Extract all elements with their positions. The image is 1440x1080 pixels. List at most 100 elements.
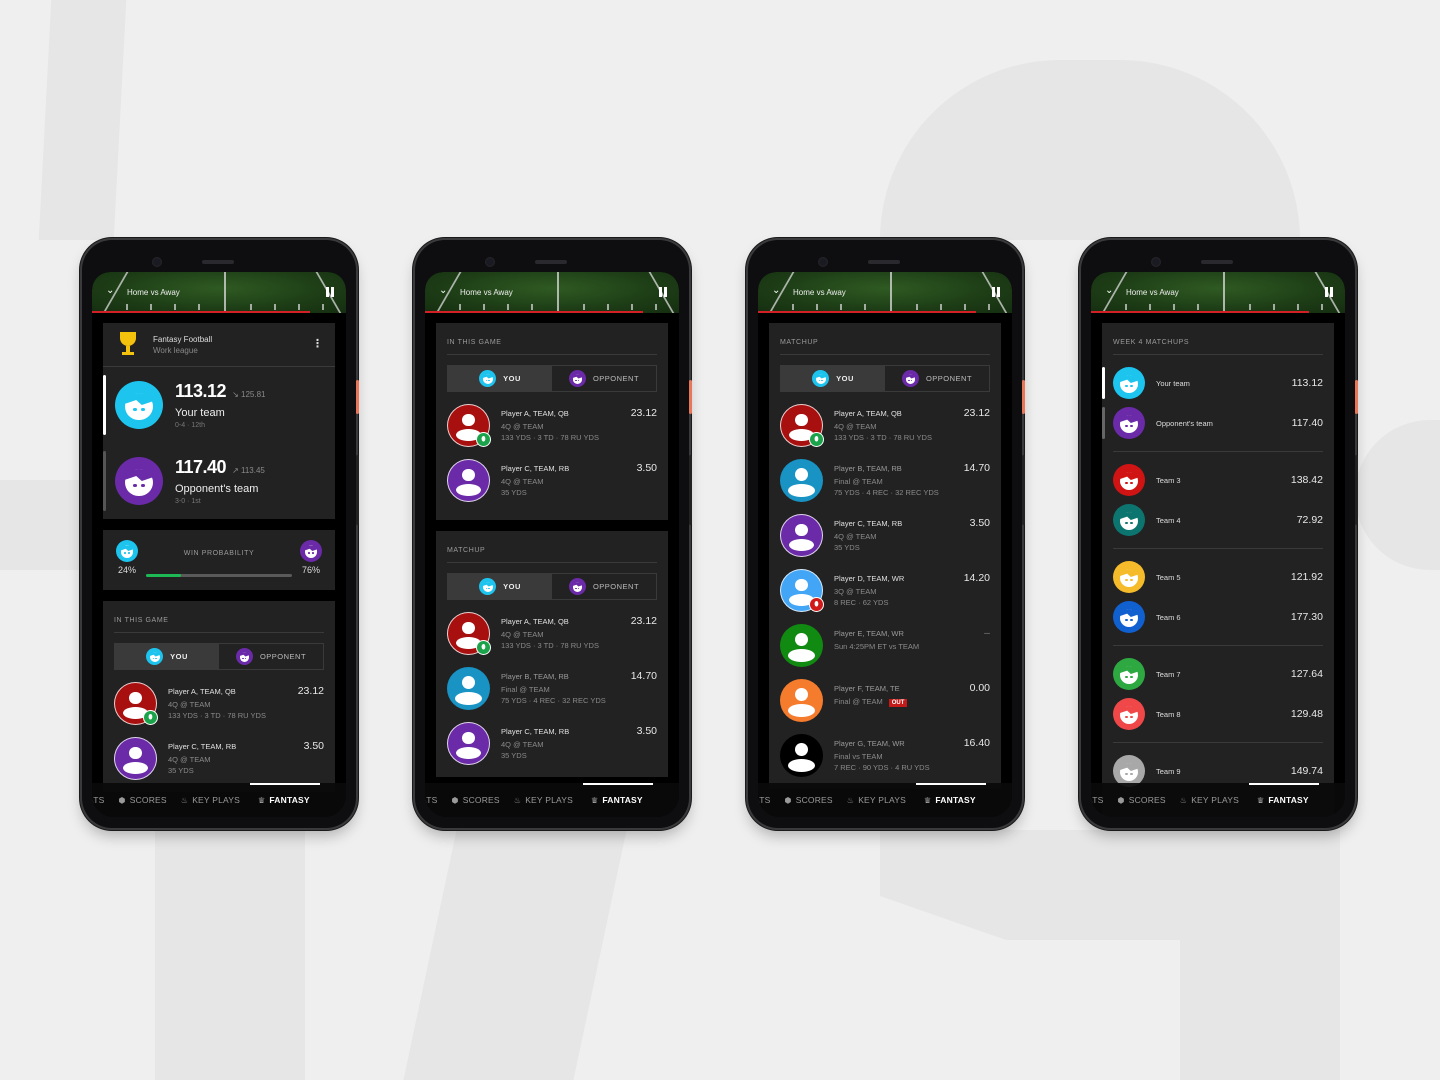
player-points: 14.70 (630, 670, 657, 682)
pause-icon[interactable] (659, 287, 667, 297)
phone-in-this-game: ⌄ Home vs Away IN THIS GAME YOU OPPONENT… (415, 240, 692, 828)
video-player[interactable]: ⌄ Home vs Away (1091, 272, 1345, 313)
matchup-group[interactable]: Team 5 121.92 Team 6 177.30 (1113, 549, 1323, 646)
camera (152, 257, 162, 267)
flame-icon: ♨ (513, 795, 522, 805)
player-name: Player D, TEAM, WR (834, 574, 905, 583)
player-points: 14.70 (963, 462, 990, 474)
matchup-team-row[interactable]: Team 4 72.92 (1113, 500, 1323, 540)
nav-ats[interactable]: ATS (758, 783, 771, 817)
toggle-you[interactable]: YOU (448, 366, 552, 391)
player-row[interactable]: Player E, TEAM, WR Sun 4:25PM ET vs TEAM – (769, 624, 1001, 679)
background-brush-stroke (880, 60, 1300, 240)
player-stats: 75 YDS · 4 REC · 32 REC YDS (834, 488, 939, 497)
section-header: IN THIS GAME (114, 601, 324, 633)
matchup-team-row[interactable]: Opponent's team 117.40 (1102, 403, 1323, 443)
video-player[interactable]: ⌄ Home vs Away (92, 272, 346, 313)
matchup-team-row[interactable]: Team 5 121.92 (1113, 557, 1323, 597)
player-points: 3.50 (969, 517, 990, 529)
player-row[interactable]: ⬮ Player A, TEAM, QB 4Q @ TEAM 133 YDS · 3 … (436, 612, 668, 667)
team-score: 127.64 (1290, 668, 1323, 680)
toggle-you[interactable]: YOU (781, 366, 885, 391)
nav-scores[interactable]: ⬢ SCORES (119, 783, 167, 817)
matchup-team-row[interactable]: Team 8 129.48 (1113, 694, 1323, 734)
toggle-opponent[interactable]: OPPONENT (885, 366, 989, 391)
toggle-opponent[interactable]: OPPONENT (219, 644, 323, 669)
nav-ats[interactable]: ATS (425, 783, 438, 817)
nav-scores[interactable]: ⬢ SCORES (1118, 783, 1166, 817)
trophy-icon (115, 330, 141, 360)
nav-scores[interactable]: ⬢ SCORES (452, 783, 500, 817)
chevron-down-icon[interactable]: ⌄ (439, 285, 447, 296)
nav-fantasy[interactable]: ♕ FANTASY (1249, 783, 1319, 817)
face-icon (1119, 374, 1139, 394)
face-icon (482, 374, 493, 384)
nav-ats[interactable]: ATS (1091, 783, 1104, 817)
team-score: 117.40 (175, 457, 227, 477)
chevron-down-icon[interactable]: ⌄ (106, 285, 114, 296)
player-row[interactable]: ⬮ Player A, TEAM, QB 4Q @ TEAM 133 YDS · 3 … (436, 404, 668, 459)
player-name: Player F, TEAM, TE (834, 684, 900, 693)
video-player[interactable]: ⌄ Home vs Away (758, 272, 1012, 313)
nav-scores[interactable]: ⬢ SCORES (785, 783, 833, 817)
team-avatar (115, 457, 163, 505)
toggle-opponent[interactable]: OPPONENT (552, 366, 656, 391)
nav-key-plays[interactable]: ♨ KEY PLAYS (847, 783, 906, 817)
player-row[interactable]: Player B, TEAM, RB Final @ TEAM 75 YDS · 4… (436, 667, 668, 722)
camera (818, 257, 828, 267)
football-icon: ⬮ (143, 710, 158, 725)
chevron-down-icon[interactable]: ⌄ (772, 285, 780, 296)
nav-key-plays[interactable]: ♨ KEY PLAYS (181, 783, 240, 817)
player-game-status: 4Q @ TEAM (501, 477, 544, 486)
team-row-your-team[interactable]: 113.12 ↘ 125.81 Your team 0-4 · 12th (103, 367, 335, 443)
nav-fantasy[interactable]: ♕ FANTASY (583, 783, 653, 817)
team-row-opponent[interactable]: 117.40 ↗ 113.45 Opponent's team 3-0 · 1s… (103, 443, 335, 519)
pause-icon[interactable] (326, 287, 334, 297)
face-icon (1119, 608, 1139, 628)
football-icon: ⬮ (476, 640, 491, 655)
video-player[interactable]: ⌄ Home vs Away (425, 272, 679, 313)
matchup-group[interactable]: Team 7 127.64 Team 8 129.48 (1113, 646, 1323, 743)
player-row[interactable]: ⬮ Player D, TEAM, WR 3Q @ TEAM 8 REC · 62 Y… (769, 569, 1001, 624)
bottom-nav: ATS ⬢SCORES ♨KEY PLAYS ♕FANTASY (92, 783, 346, 817)
matchup-group[interactable]: Team 3 138.42 Team 4 72.92 (1113, 452, 1323, 549)
nav-key-plays[interactable]: ♨ KEY PLAYS (514, 783, 573, 817)
player-row[interactable]: ⬮ Player A, TEAM, QB 4Q @ TEAM 133 YDS · 3 … (103, 682, 335, 737)
player-row[interactable]: Player F, TEAM, TE Final @ TEAM OUT 0.00 (769, 679, 1001, 734)
player-row[interactable]: ⬮ Player A, TEAM, QB 4Q @ TEAM 133 YDS · 3 … (769, 404, 1001, 459)
nav-ats[interactable]: ATS (92, 783, 105, 817)
player-row[interactable]: Player C, TEAM, RB 4Q @ TEAM 35 YDS 3.50 (769, 514, 1001, 569)
player-row[interactable]: Player C, TEAM, RB 4Q @ TEAM 35 YDS 3.50 (436, 459, 668, 514)
matchup-team-row[interactable]: Team 7 127.64 (1113, 654, 1323, 694)
matchup-team-row[interactable]: Your team 113.12 (1102, 363, 1323, 403)
pause-icon[interactable] (1325, 287, 1333, 297)
toggle-you[interactable]: YOU (115, 644, 219, 669)
you-opponent-toggle: YOU OPPONENT (447, 573, 657, 600)
video-title: Home vs Away (460, 288, 513, 297)
toggle-you[interactable]: YOU (448, 574, 552, 599)
player-stats: 35 YDS (501, 751, 527, 760)
more-vert-icon[interactable]: ⋮ (312, 339, 323, 350)
pause-icon[interactable] (992, 287, 1000, 297)
you-avatar (812, 370, 830, 387)
bottom-nav: ATS ⬢SCORES ♨KEY PLAYS ♕FANTASY (758, 783, 1012, 817)
chevron-down-icon[interactable]: ⌄ (1105, 285, 1113, 296)
background-brush-stroke (403, 830, 627, 1080)
player-row[interactable]: Player C, TEAM, RB 4Q @ TEAM 35 YDS 3.50 (436, 722, 668, 777)
league-name: Fantasy Football (153, 334, 213, 344)
nav-fantasy[interactable]: ♕ FANTASY (250, 783, 320, 817)
team-name: Team 6 (1156, 612, 1181, 622)
matchup-team-row[interactable]: Team 3 138.42 (1113, 460, 1323, 500)
player-game-status: 3Q @ TEAM (834, 587, 877, 596)
matchup-team-row[interactable]: Team 6 177.30 (1113, 597, 1323, 637)
player-row[interactable]: Player B, TEAM, RB Final @ TEAM 75 YDS · 4… (769, 459, 1001, 514)
player-name: Player A, TEAM, QB (834, 409, 902, 418)
nav-fantasy[interactable]: ♕ FANTASY (916, 783, 986, 817)
face-icon (1119, 471, 1139, 491)
face-icon (125, 468, 153, 497)
player-game-status: Final vs TEAM (834, 752, 883, 761)
toggle-opponent[interactable]: OPPONENT (552, 574, 656, 599)
matchup-group[interactable]: Your team 113.12 Opponent's team 117.40 (1102, 355, 1323, 452)
nav-key-plays[interactable]: ♨ KEY PLAYS (1180, 783, 1239, 817)
player-row[interactable]: Player G, TEAM, WR Final vs TEAM 7 REC · 9… (769, 734, 1001, 789)
